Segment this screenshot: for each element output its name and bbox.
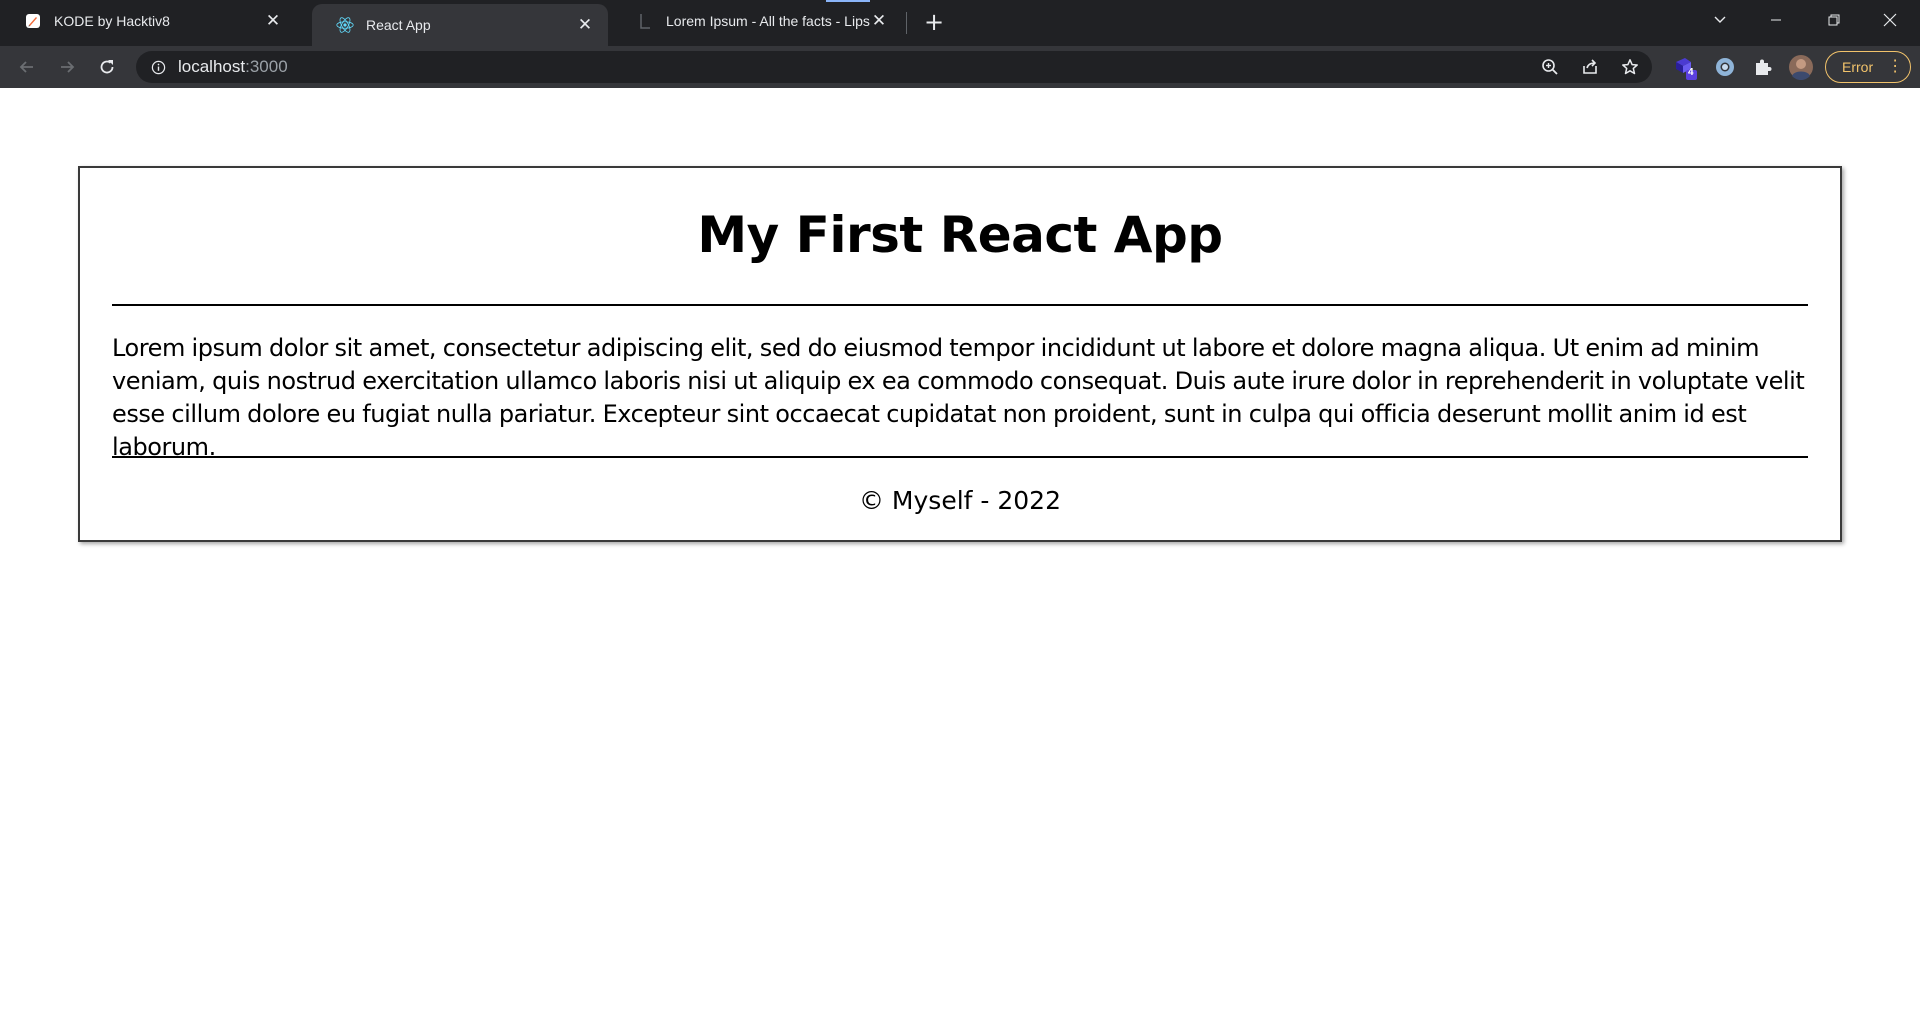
tab-title: Lorem Ipsum - All the facts - Lipsum gen…	[666, 13, 870, 29]
body-paragraph: Lorem ipsum dolor sit amet, consectetur …	[112, 334, 1805, 461]
tab-lorem-ipsum[interactable]: Lorem Ipsum - All the facts - Lipsum gen…	[612, 0, 902, 42]
tab-react-app[interactable]: React App ✕	[312, 4, 608, 46]
restore-icon[interactable]	[1806, 0, 1862, 40]
tab-kode[interactable]: KODE by Hacktiv8 ✕	[0, 0, 296, 42]
extension-badge-icon[interactable]: 4	[1670, 52, 1700, 82]
forward-icon[interactable]	[52, 52, 82, 82]
page-title: My First React App	[697, 206, 1223, 264]
url-port: :3000	[245, 57, 288, 76]
footer-divider	[112, 456, 1808, 458]
url-text: localhost:3000	[178, 57, 288, 77]
new-tab-button[interactable]: +	[920, 8, 948, 36]
minimize-icon[interactable]	[1748, 0, 1804, 40]
back-icon[interactable]	[12, 52, 42, 82]
footer-text: © Myself - 2022	[858, 486, 1061, 515]
reload-icon[interactable]	[92, 52, 122, 82]
tab-strip: KODE by Hacktiv8 ✕ React App ✕ Lorem Ips…	[0, 0, 1920, 46]
more-menu-icon[interactable]: ⋮	[1887, 59, 1903, 75]
share-icon[interactable]	[1578, 55, 1602, 79]
tab-title: KODE by Hacktiv8	[54, 13, 170, 29]
error-label: Error	[1842, 59, 1874, 75]
tab-separator	[906, 12, 907, 34]
address-bar[interactable]: localhost:3000	[136, 51, 1652, 83]
close-tab-icon[interactable]: ✕	[264, 11, 282, 30]
browser-toolbar: localhost:3000 4 Error ⋮	[0, 46, 1920, 88]
url-host: localhost	[178, 57, 246, 76]
tab-title: React App	[366, 17, 431, 33]
profile-avatar[interactable]	[1786, 52, 1816, 82]
extensions-puzzle-icon[interactable]	[1748, 52, 1778, 82]
error-button[interactable]: Error ⋮	[1825, 51, 1911, 83]
react-logo-icon	[336, 16, 354, 34]
zoom-icon[interactable]	[1538, 55, 1562, 79]
document-icon	[636, 12, 654, 30]
site-info-icon[interactable]	[150, 59, 166, 75]
extension-circle-icon[interactable]	[1710, 52, 1740, 82]
close-tab-icon[interactable]: ✕	[576, 15, 594, 34]
kode-logo-icon	[24, 12, 42, 30]
tab-search-icon[interactable]	[1692, 0, 1748, 40]
close-tab-icon[interactable]: ✕	[870, 11, 888, 30]
header-divider	[112, 304, 1808, 306]
content-card: My First React App Lorem ipsum dolor sit…	[78, 166, 1842, 542]
bookmark-star-icon[interactable]	[1618, 55, 1642, 79]
extension-badge-count: 4	[1688, 67, 1694, 78]
close-window-icon[interactable]	[1862, 0, 1918, 40]
